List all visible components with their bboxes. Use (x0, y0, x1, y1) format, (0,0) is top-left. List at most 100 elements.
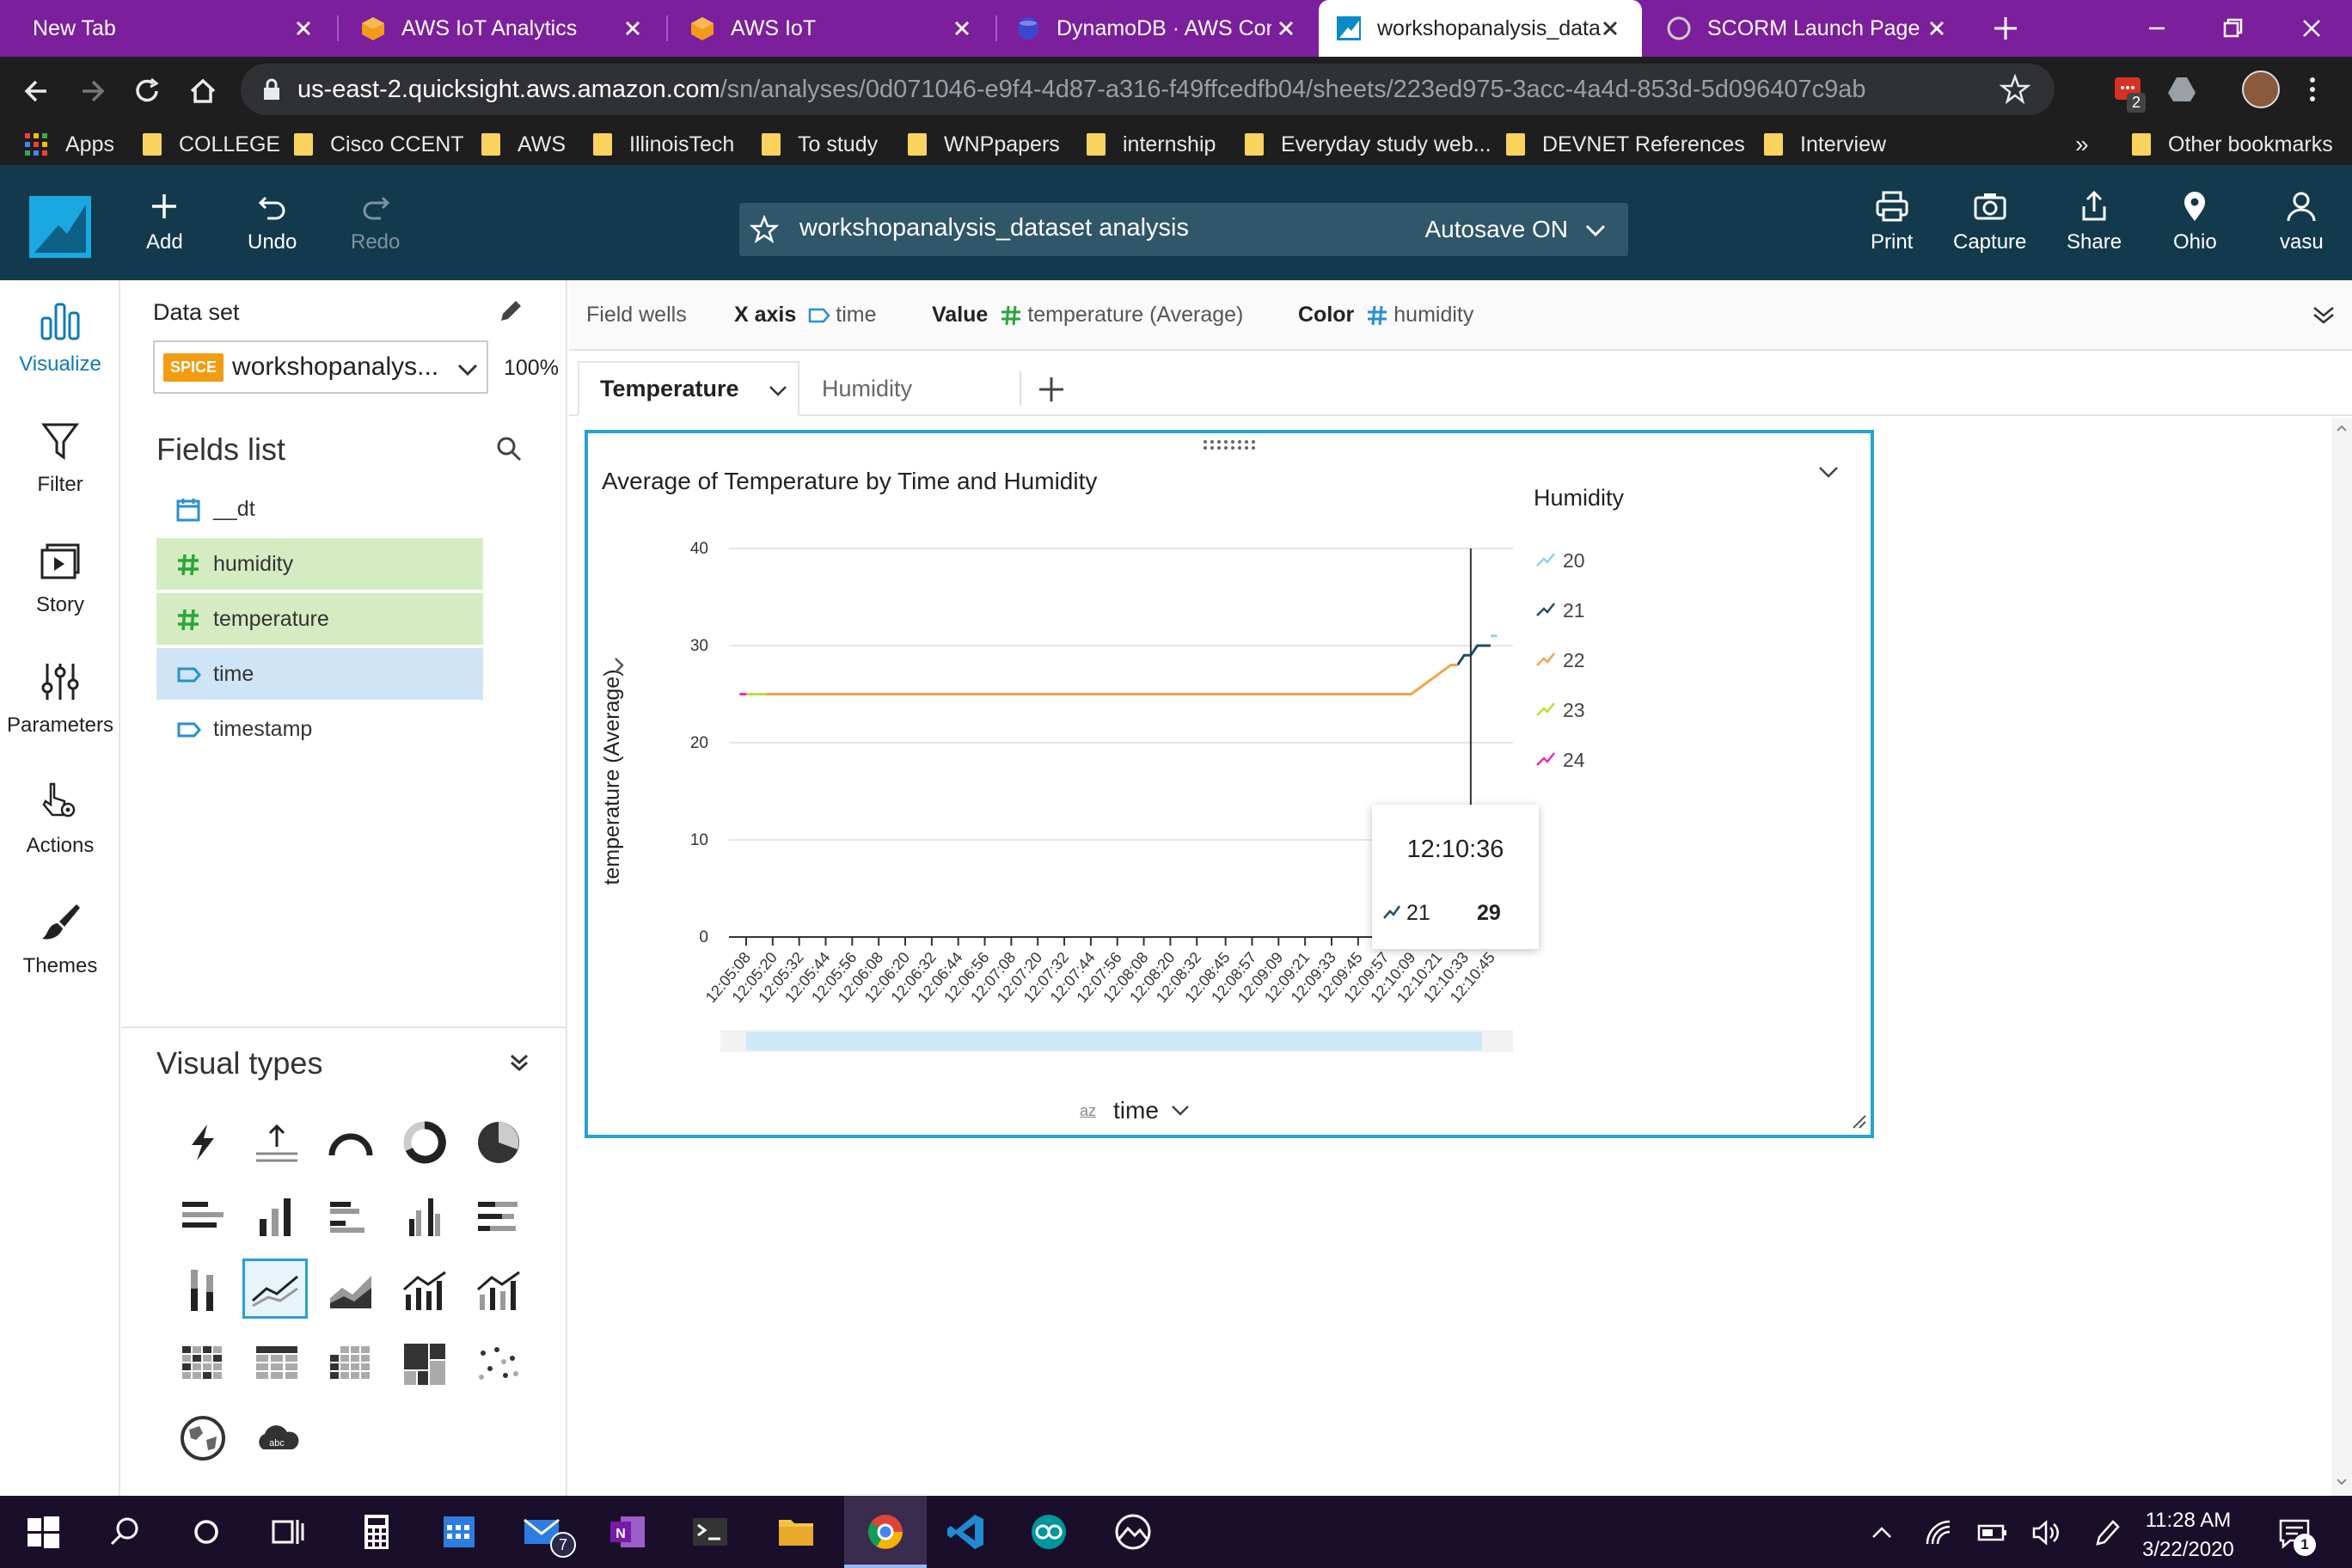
visual-type-vertical-bar[interactable] (244, 1186, 309, 1246)
bookmark-folder[interactable]: Interview (1764, 131, 1886, 158)
search-icon[interactable] (105, 1511, 146, 1553)
rail-actions[interactable]: Actions (0, 781, 120, 858)
drive-icon[interactable] (2165, 72, 2199, 107)
print-button[interactable]: Print (1871, 189, 1913, 254)
chevron-up-icon[interactable] (1869, 1520, 1895, 1546)
reload-icon[interactable] (131, 74, 165, 108)
file-explorer-icon[interactable] (775, 1511, 817, 1553)
calendar-app-icon[interactable] (438, 1511, 480, 1553)
cortana-circle-icon[interactable] (186, 1511, 227, 1553)
bookmarks-overflow[interactable]: » (2075, 131, 2089, 158)
back-arrow-icon[interactable] (19, 74, 53, 108)
undo-button[interactable]: Undo (248, 189, 297, 254)
visual-type-area[interactable] (318, 1260, 383, 1320)
bookmark-folder[interactable]: IllinoisTech (593, 131, 734, 158)
share-button[interactable]: Share (2067, 189, 2122, 254)
field-item-dt[interactable]: __dt (156, 483, 483, 535)
vscode-icon[interactable] (946, 1511, 987, 1553)
add-button[interactable]: Add (146, 189, 183, 254)
system-clock[interactable]: 11:28 AM 3/22/2020 (2142, 1506, 2234, 1565)
region-button[interactable]: Ohio (2173, 189, 2217, 254)
address-bar[interactable]: us-east-2.quicksight.aws.amazon.com/sn/a… (241, 64, 2055, 115)
kebab-menu-icon[interactable] (2304, 72, 2321, 107)
close-icon[interactable] (1597, 15, 1623, 41)
bookmark-folder[interactable]: COLLEGE (143, 131, 280, 158)
rail-parameters[interactable]: Parameters (0, 660, 120, 738)
photos-icon[interactable] (1112, 1511, 1154, 1553)
visual-type-word-cloud[interactable]: abc (244, 1408, 309, 1468)
visual-type-stacked-bar[interactable] (466, 1186, 531, 1246)
well-value[interactable]: Value temperature (Average) (932, 303, 1243, 328)
close-icon[interactable] (1924, 15, 1950, 41)
rail-visualize[interactable]: Visualize (0, 299, 120, 377)
pencil-edit-icon[interactable] (497, 297, 524, 325)
tab-new-tab[interactable]: New Tab (0, 0, 335, 57)
field-item-humidity[interactable]: humidity (156, 538, 483, 590)
tab-scorm[interactable]: SCORM Launch Page (1644, 0, 1969, 57)
bookmark-folder[interactable]: To study (762, 131, 878, 158)
analysis-title[interactable]: workshopanalysis_dataset analysis (799, 214, 1189, 242)
close-icon[interactable] (291, 15, 316, 41)
search-icon[interactable] (495, 435, 523, 462)
quicksight-logo-icon[interactable] (29, 196, 91, 258)
visual-type-scatter[interactable] (466, 1334, 531, 1394)
other-bookmarks[interactable]: Other bookmarks (2132, 131, 2333, 158)
visual-type-pivot-table[interactable] (318, 1334, 383, 1394)
visual-type-horizontal-bar[interactable] (170, 1186, 236, 1246)
chrome-icon[interactable] (865, 1511, 906, 1553)
visual-type-donut[interactable] (392, 1112, 457, 1173)
vertical-scrollbar[interactable] (2331, 418, 2352, 1496)
bookmark-folder[interactable]: Cisco CCENT (294, 131, 464, 158)
visual-type-tree-map[interactable] (392, 1334, 457, 1394)
analysis-title-bar[interactable]: workshopanalysis_dataset analysis Autosa… (739, 203, 1628, 256)
visual-type-kpi[interactable] (244, 1112, 309, 1173)
new-tab-plus-icon[interactable] (1991, 14, 2020, 43)
visual-type-line-selected[interactable] (242, 1259, 308, 1319)
field-item-temperature[interactable]: temperature (156, 593, 483, 645)
field-item-timestamp[interactable]: timestamp (156, 703, 483, 755)
visual-type-gauge[interactable] (318, 1112, 383, 1173)
line-chart-visual[interactable]: Average of Temperature by Time and Humid… (585, 430, 1874, 1138)
onenote-icon[interactable]: N (607, 1511, 648, 1553)
tab-dynamodb[interactable]: DynamoDB · AWS Cons (998, 0, 1318, 57)
chevron-double-down-icon[interactable] (507, 1050, 531, 1075)
terminal-icon[interactable] (689, 1511, 731, 1553)
visual-type-combo-line[interactable] (392, 1260, 457, 1320)
close-icon[interactable] (620, 15, 646, 41)
battery-icon[interactable] (1977, 1523, 2008, 1542)
bookmark-folder[interactable]: Everyday study web... (1245, 131, 1491, 158)
redo-button[interactable]: Redo (351, 189, 400, 254)
sheet-tab-humidity[interactable]: Humidity (801, 361, 1020, 416)
bookmark-folder[interactable]: AWS (481, 131, 566, 158)
visual-type-heat-map[interactable] (170, 1334, 236, 1394)
scroll-up-icon[interactable] (2335, 423, 2349, 433)
autosave-toggle[interactable]: Autosave ON (1424, 216, 1568, 243)
tab-quicksight-active[interactable]: workshopanalysis_data (1319, 0, 1642, 57)
user-button[interactable]: vasu (2280, 189, 2324, 254)
capture-button[interactable]: Capture (1953, 189, 2026, 254)
visual-type-clustered-column[interactable] (392, 1186, 457, 1246)
visual-type-autograph[interactable] (170, 1112, 236, 1173)
field-item-time[interactable]: time (156, 648, 483, 700)
chevron-down-icon[interactable] (767, 380, 789, 402)
well-color[interactable]: Color humidity (1298, 303, 1473, 328)
tab-aws-iot-analytics[interactable]: AWS IoT Analytics (340, 0, 665, 57)
bookmark-folder[interactable]: WNPpapers (908, 131, 1060, 158)
visual-type-stacked-column[interactable] (170, 1260, 236, 1320)
visual-type-geospatial[interactable] (170, 1408, 236, 1468)
restore-icon[interactable] (2218, 14, 2247, 43)
tab-aws-iot[interactable]: AWS IoT (669, 0, 994, 57)
window-close-icon[interactable] (2297, 14, 2326, 43)
add-sheet-plus-icon[interactable] (1037, 375, 1066, 404)
volume-icon[interactable] (2030, 1518, 2061, 1547)
dataset-select[interactable]: SPICE workshopanalys... (153, 340, 488, 394)
field-wells[interactable]: Field wells X axis time Value temperatur… (569, 280, 2352, 351)
rail-filter[interactable]: Filter (0, 420, 120, 497)
close-icon[interactable] (1273, 15, 1299, 41)
rail-themes[interactable]: Themes (0, 901, 120, 978)
visual-type-pie[interactable] (466, 1112, 531, 1173)
scroll-down-icon[interactable] (2335, 1477, 2349, 1487)
star-favorite-icon[interactable] (750, 215, 779, 244)
calculator-icon[interactable] (356, 1511, 397, 1553)
bookmark-folder[interactable]: DEVNET References (1506, 131, 1745, 158)
